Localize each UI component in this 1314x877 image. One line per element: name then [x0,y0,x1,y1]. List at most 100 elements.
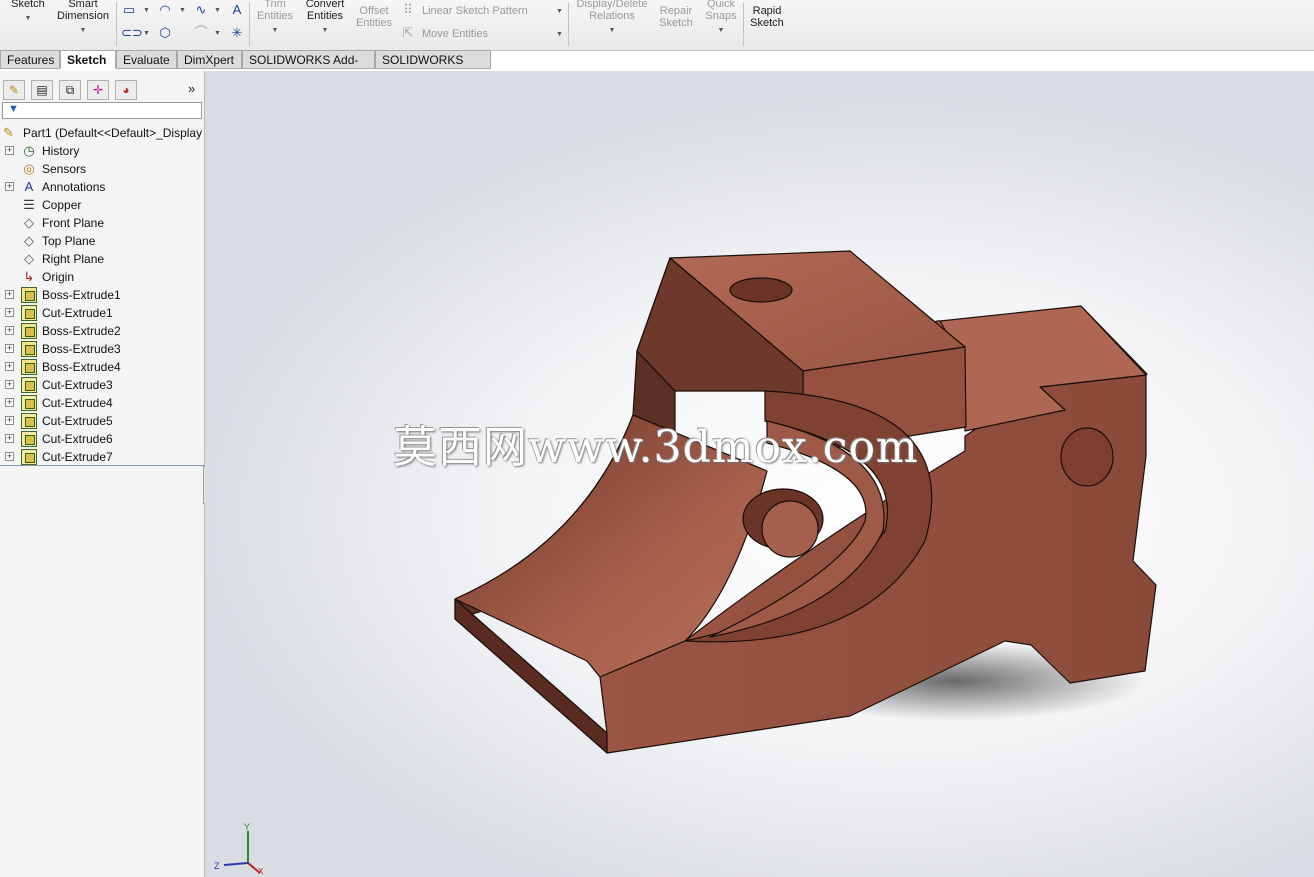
cut-extrude-icon [21,395,37,411]
tab-features[interactable]: Features [0,50,60,69]
tree-root-label: Part1 (Default<<Default>_Display [23,126,203,140]
polygon-icon[interactable]: ⬡ [157,25,173,41]
rectangle-dropdown-arrow[interactable]: ▼ [143,7,150,14]
tree-item[interactable]: + Boss-Extrude3 [0,340,204,358]
quick-snaps-button[interactable]: Quick Snaps ▼ [701,0,741,37]
tree-item[interactable]: + Boss-Extrude4 [0,358,204,376]
origin-icon: ↳ [23,269,35,284]
tree-item[interactable]: + Cut-Extrude4 [0,394,204,412]
move-entities-label: Move Entities [422,28,489,40]
reference-triad: Y Z X [214,822,264,875]
tree-item[interactable]: ☰ Copper [0,196,204,214]
material-icon: ☰ [23,197,35,212]
dimxpert-manager-tab-icon[interactable]: ✛ [87,80,109,100]
fillet-dropdown-arrow[interactable]: ▼ [214,30,221,37]
tree-item-label: Boss-Extrude4 [42,360,121,374]
text-icon[interactable]: A [229,2,245,18]
tree-filter-input[interactable]: ▼ [2,102,202,119]
expand-toggle-icon[interactable]: + [5,290,14,299]
tree-item[interactable]: + ◷ History [0,142,204,160]
arc-icon[interactable]: ◠ [157,2,173,18]
display-manager-tab-icon[interactable]: ◕ [115,80,137,100]
spline-icon[interactable]: ∿ [193,2,209,18]
rollback-bar[interactable] [0,465,204,466]
filter-icon: ▼ [8,103,19,115]
tree-item[interactable]: ◎ Sensors [0,160,204,178]
plane-icon: ◇ [24,251,34,266]
tab-sketch[interactable]: Sketch [60,50,116,69]
tree-item-label: Origin [42,270,75,284]
tree-item[interactable]: ◇ Right Plane [0,250,204,268]
triad-z-axis [223,862,249,866]
ribbon-separator [116,2,117,46]
tree-item[interactable]: ↳ Origin [0,268,204,286]
smart-dimension-button[interactable]: Smart Dimension ▼ [52,0,114,37]
tree-item[interactable]: + Boss-Extrude1 [0,286,204,304]
tree-root-part[interactable]: ✎ Part1 (Default<<Default>_Display [0,124,204,142]
slot-dropdown-arrow[interactable]: ▼ [143,30,150,37]
expand-toggle-icon[interactable]: + [5,344,14,353]
property-manager-tab-icon[interactable]: ▤ [31,80,53,100]
move-entities-button[interactable]: Move Entities [422,28,488,40]
display-delete-relations-label: Display/Delete Relations [576,0,648,22]
command-manager-ribbon: Sketch ▼ Smart Dimension ▼ ▭ ▼ ◠ ▼ ∿ ▼ A ⊂… [0,0,1314,51]
feature-manager-tab-icon[interactable]: ✎ [3,80,25,100]
cut-extrude-icon [21,377,37,393]
tab-dimxpert[interactable]: DimXpert [177,50,242,69]
tree-item[interactable]: + Cut-Extrude6 [0,430,204,448]
display-delete-relations-button[interactable]: Display/Delete Relations ▼ [572,0,652,37]
arc-dropdown-arrow[interactable]: ▼ [179,7,186,14]
rectangle-icon[interactable]: ▭ [121,2,137,18]
repair-sketch-button[interactable]: Repair Sketch [655,5,697,29]
expand-toggle-icon[interactable]: + [5,308,14,317]
tree-item-label: Boss-Extrude2 [42,324,121,338]
tree-item[interactable]: + Cut-Extrude3 [0,376,204,394]
expand-toggle-icon[interactable]: + [5,182,14,191]
tree-item[interactable]: + Cut-Extrude7 [0,448,204,466]
expand-toggle-icon[interactable]: + [5,146,14,155]
tree-item[interactable]: + A Annotations [0,178,204,196]
expand-toggle-icon[interactable]: + [5,362,14,371]
convert-entities-label: Convert Entities [305,0,345,22]
tab-solidworks-mbd[interactable]: SOLIDWORKS MBD [375,50,491,86]
move-entities-icon: ⇱ [402,25,414,40]
expand-toggle-icon[interactable]: + [5,434,14,443]
expand-toggle-icon[interactable]: + [5,416,14,425]
slot-icon[interactable]: ⊂⊃ [121,25,143,41]
tree-item-label: Right Plane [42,252,105,266]
expand-toggle-icon[interactable]: + [5,326,14,335]
fillet-icon[interactable]: ⌒ [193,25,209,41]
graphics-area[interactable]: ⊕⊞↶▣✐◈◧◔◕◍▦▼▼▼▼▼ [205,71,1314,877]
tree-item-label: Cut-Extrude1 [42,306,113,320]
trim-entities-label: Trim Entities [256,0,294,22]
trim-entities-button[interactable]: Trim Entities ▼ [252,0,298,37]
tab-solidworks-add-ins[interactable]: SOLIDWORKS Add-Ins [242,50,375,86]
linear-pattern-dropdown-arrow[interactable]: ▼ [556,8,563,15]
expand-panel-icon[interactable]: » [188,81,195,96]
point-icon[interactable]: ✳ [229,25,245,41]
tab-evaluate[interactable]: Evaluate [116,50,177,69]
move-entities-dropdown-arrow[interactable]: ▼ [556,31,563,38]
spline-dropdown-arrow[interactable]: ▼ [214,7,221,14]
side-hole [1060,427,1114,487]
offset-entities-button[interactable]: Offset Entities [352,5,396,29]
tree-item[interactable]: + Cut-Extrude5 [0,412,204,430]
tree-item[interactable]: + Cut-Extrude1 [0,304,204,322]
sketch-button[interactable]: Sketch ▼ [6,0,50,25]
convert-entities-button[interactable]: Convert Entities ▼ [300,0,350,37]
repair-sketch-label: Repair Sketch [659,5,693,29]
panel-toolbar: ✎ ▤ ⧉ ✛ ◕ » [0,78,204,102]
rapid-sketch-button[interactable]: Rapid Sketch [746,5,788,29]
expand-toggle-icon[interactable]: + [5,452,14,461]
tree-item[interactable]: ◇ Top Plane [0,232,204,250]
tree-item[interactable]: + Boss-Extrude2 [0,322,204,340]
configuration-manager-tab-icon[interactable]: ⧉ [59,80,81,100]
linear-sketch-pattern-label: Linear Sketch Pattern [422,5,528,17]
linear-sketch-pattern-button[interactable]: Linear Sketch Pattern [422,5,528,17]
expand-toggle-icon[interactable]: + [5,380,14,389]
expand-toggle-icon[interactable]: + [5,398,14,407]
tree-item-label: Front Plane [42,216,105,230]
tree-item[interactable]: ◇ Front Plane [0,214,204,232]
quick-snaps-label: Quick Snaps [705,0,737,22]
triad-y-label: Y [244,822,250,832]
